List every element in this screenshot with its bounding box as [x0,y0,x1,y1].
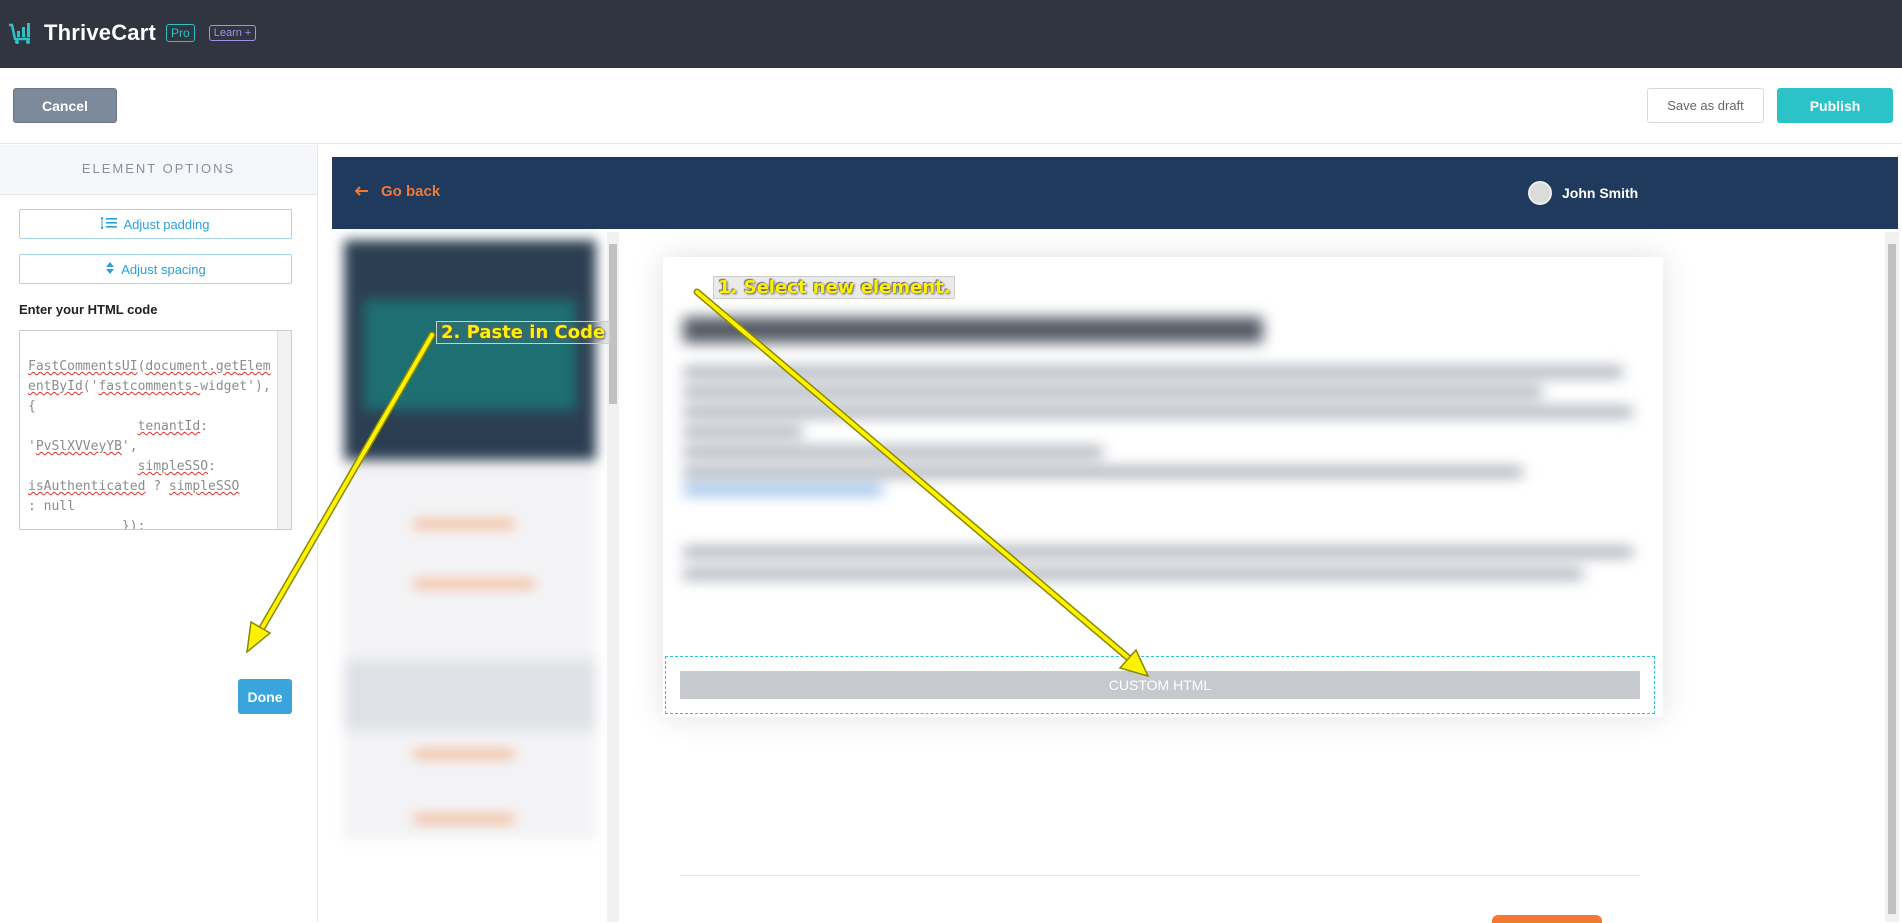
cart-logo-icon [8,21,36,45]
logo-text: ThriveCart [44,20,157,45]
divider [680,875,1640,876]
logo[interactable]: ThriveCart Pro Learn + [8,20,257,46]
annotation-step-1: 1. Select new element. [713,276,956,299]
page-preview: Go back John Smith CUSTOM HTML [332,157,1902,923]
done-button[interactable]: Done [238,679,292,714]
code-scrollbar[interactable] [277,331,291,529]
save-draft-button[interactable]: Save as draft [1647,88,1764,123]
preview-scrollbar[interactable] [1885,232,1899,922]
avatar [1528,181,1552,205]
pro-badge: Pro [166,24,195,42]
learn-badge[interactable]: Learn + [208,25,257,41]
editor-toolbar: Cancel Save as draft Publish [0,68,1902,144]
lesson-content-blurred [663,257,1663,717]
custom-html-element[interactable]: CUSTOM HTML [665,656,1655,714]
preview-header: Go back John Smith [332,157,1898,229]
custom-html-label: CUSTOM HTML [680,671,1640,699]
top-bar: ThriveCart Pro Learn + [0,0,1902,68]
cancel-button[interactable]: Cancel [13,88,117,123]
panel-title: ELEMENT OPTIONS [0,145,317,195]
adjust-padding-button[interactable]: Adjust padding [19,209,292,239]
user-menu[interactable]: John Smith [1528,181,1638,205]
user-name: John Smith [1562,185,1639,201]
publish-button[interactable]: Publish [1777,88,1893,123]
annotation-step-2: 2. Paste in Code [436,321,611,344]
adjust-spacing-button[interactable]: Adjust spacing [19,254,292,284]
html-code-textarea[interactable]: FastCommentsUI(document.getElementById('… [19,330,292,530]
html-code-content: FastCommentsUI(document.getElementById('… [28,359,271,530]
arrow-left-icon [354,183,369,200]
element-options-panel: ELEMENT OPTIONS Adjust padding Adjust sp… [0,145,318,922]
go-back-link[interactable]: Go back [354,183,441,200]
padding-icon [101,215,118,232]
go-back-label: Go back [381,183,441,200]
adjust-spacing-label: Adjust spacing [121,261,206,277]
adjust-padding-label: Adjust padding [123,216,210,232]
html-code-label: Enter your HTML code [19,302,158,317]
sort-icon [105,261,115,277]
